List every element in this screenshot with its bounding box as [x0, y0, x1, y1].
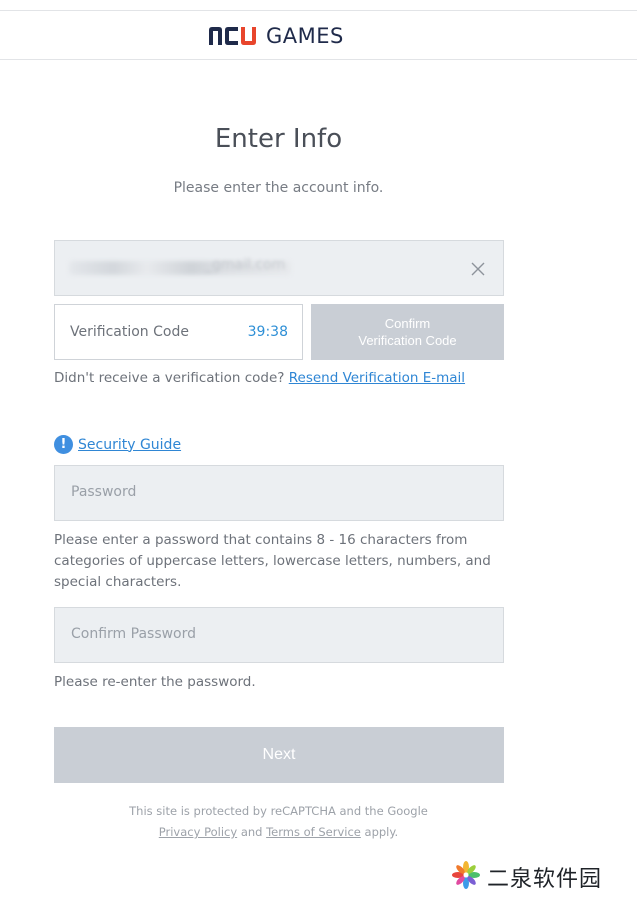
verification-code-input[interactable]: Verification Code 39:38 [54, 304, 303, 360]
confirm-password-field[interactable]: Confirm Password [54, 607, 504, 663]
verification-code-placeholder: Verification Code [70, 324, 189, 340]
password-field[interactable]: Password [54, 465, 504, 521]
confirm-button-label-line1: Confirm [384, 316, 431, 331]
pinwheel-logo-icon [451, 860, 481, 894]
page-title: Enter Info [214, 124, 343, 154]
not-received-text: Didn't receive a verification code? [54, 370, 285, 386]
email-value: _gmail.com [205, 257, 286, 273]
privacy-policy-link[interactable]: Privacy Policy [159, 825, 237, 839]
confirm-verification-code-button[interactable]: Confirm Verification Code [311, 304, 504, 360]
watermark: 二泉软件园 [451, 860, 602, 894]
resend-verification-link[interactable]: Resend Verification E-mail [289, 370, 465, 386]
security-guide[interactable]: ! Security Guide [54, 435, 181, 454]
security-guide-link[interactable]: Security Guide [78, 437, 181, 453]
logo-mark [208, 26, 260, 46]
watermark-text: 二泉软件园 [487, 867, 603, 892]
top-header: GAMES [0, 10, 637, 60]
info-icon: ! [54, 435, 73, 454]
email-field[interactable]: _gmail.com [54, 240, 504, 296]
recaptcha-line2: Privacy Policy and Terms of Service appl… [0, 822, 557, 843]
recaptcha-line1: This site is protected by reCAPTCHA and … [129, 804, 428, 818]
confirm-button-label-line2: Verification Code [358, 333, 457, 348]
logo-text: GAMES [266, 24, 344, 48]
confirm-password-hint: Please re-enter the password. [54, 674, 256, 690]
clear-icon[interactable] [469, 260, 487, 278]
terms-of-service-link[interactable]: Terms of Service [266, 825, 361, 839]
confirm-password-placeholder: Confirm Password [71, 626, 197, 642]
resend-hint: Didn't receive a verification code? Rese… [54, 370, 465, 386]
password-placeholder: Password [71, 484, 137, 500]
password-hint: Please enter a password that contains 8 … [54, 532, 491, 590]
apply-text: apply. [364, 825, 399, 839]
ncv-games-logo[interactable]: GAMES [208, 24, 344, 48]
verification-timer: 39:38 [247, 324, 288, 340]
recaptcha-notice: This site is protected by reCAPTCHA and … [0, 801, 557, 843]
next-button[interactable]: Next [54, 727, 504, 783]
and-text: and [240, 825, 263, 839]
page-subtitle: Please enter the account info. [173, 180, 384, 196]
